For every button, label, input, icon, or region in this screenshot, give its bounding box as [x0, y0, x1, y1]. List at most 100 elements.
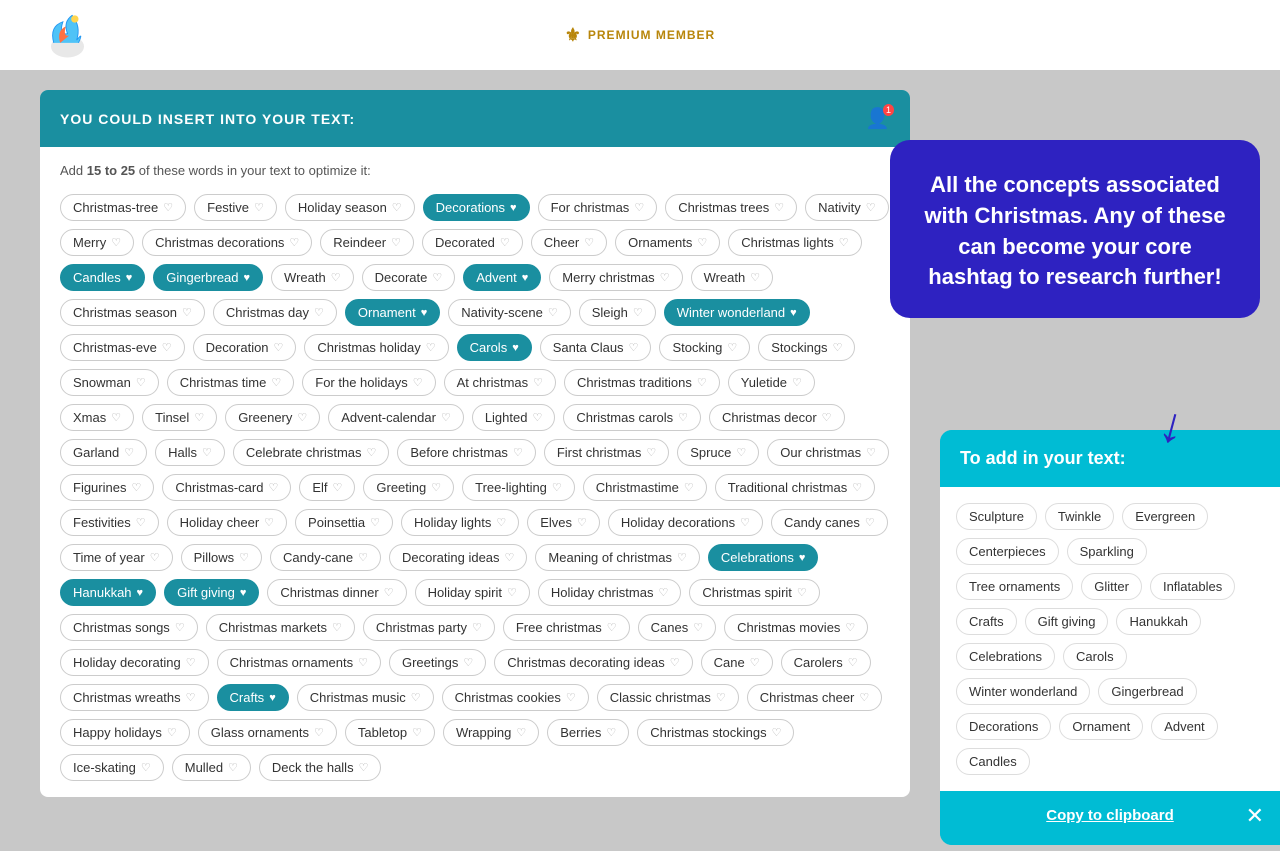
- tag-item[interactable]: Holiday lights♡: [401, 509, 519, 536]
- tag-item[interactable]: Advent♥: [463, 264, 541, 291]
- tag-item[interactable]: Advent-calendar♡: [328, 404, 464, 431]
- heart-icon[interactable]: ♡: [670, 656, 680, 669]
- heart-icon[interactable]: ♡: [658, 586, 668, 599]
- tag-item[interactable]: Candy canes♡: [771, 509, 888, 536]
- tag-item[interactable]: Christmas decorating ideas♡: [494, 649, 692, 676]
- tag-item[interactable]: Christmas-card♡: [162, 474, 291, 501]
- tag-item[interactable]: Carolers♡: [781, 649, 871, 676]
- tag-item[interactable]: Ornaments♡: [615, 229, 720, 256]
- tag-item[interactable]: Cane♡: [701, 649, 773, 676]
- tag-item[interactable]: Our christmas♡: [767, 439, 889, 466]
- heart-icon[interactable]: ♡: [162, 341, 172, 354]
- heart-icon[interactable]: ♡: [848, 656, 858, 669]
- heart-icon[interactable]: ♡: [264, 516, 274, 529]
- heart-icon[interactable]: ♡: [413, 376, 423, 389]
- tag-item[interactable]: Festivities♡: [60, 509, 159, 536]
- tag-item[interactable]: Celebrations♥: [708, 544, 819, 571]
- heart-icon[interactable]: ♡: [332, 621, 342, 634]
- heart-icon[interactable]: ♡: [131, 481, 141, 494]
- tag-item[interactable]: Christmas wreaths♡: [60, 684, 209, 711]
- heart-icon[interactable]: ♡: [750, 271, 760, 284]
- tag-item[interactable]: Berries♡: [547, 719, 629, 746]
- tag-item[interactable]: Stocking♡: [659, 334, 750, 361]
- tag-item[interactable]: Merry♡: [60, 229, 134, 256]
- tag-item[interactable]: Happy holidays♡: [60, 719, 190, 746]
- heart-icon[interactable]: ♡: [111, 411, 121, 424]
- tag-item[interactable]: Gingerbread♥: [153, 264, 263, 291]
- tag-item[interactable]: Reindeer♡: [320, 229, 414, 256]
- heart-icon[interactable]: ♡: [552, 481, 562, 494]
- heart-icon[interactable]: ♡: [274, 341, 284, 354]
- tag-item[interactable]: Christmas movies♡: [724, 614, 868, 641]
- heart-icon[interactable]: ♥: [244, 272, 251, 284]
- heart-icon[interactable]: ♡: [660, 271, 670, 284]
- side-tag-item[interactable]: Crafts: [956, 608, 1017, 635]
- heart-icon[interactable]: ♡: [507, 586, 517, 599]
- heart-icon[interactable]: ♡: [136, 516, 146, 529]
- side-tag-item[interactable]: Celebrations: [956, 643, 1055, 670]
- heart-icon[interactable]: ♡: [505, 551, 515, 564]
- tag-item[interactable]: Christmas markets♡: [206, 614, 355, 641]
- heart-icon[interactable]: ♡: [822, 411, 832, 424]
- tag-item[interactable]: Celebrate christmas♡: [233, 439, 389, 466]
- tag-item[interactable]: Elf♡: [299, 474, 355, 501]
- tag-item[interactable]: For the holidays♡: [302, 369, 435, 396]
- tag-item[interactable]: Christmas party♡: [363, 614, 495, 641]
- heart-icon[interactable]: ♡: [314, 306, 324, 319]
- heart-icon[interactable]: ♡: [577, 516, 587, 529]
- heart-icon[interactable]: ♡: [866, 446, 876, 459]
- tag-item[interactable]: Elves♡: [527, 509, 600, 536]
- tag-item[interactable]: Winter wonderland♥: [664, 299, 810, 326]
- heart-icon[interactable]: ♡: [736, 446, 746, 459]
- heart-icon[interactable]: ♡: [566, 691, 576, 704]
- side-tag-item[interactable]: Inflatables: [1150, 573, 1235, 600]
- heart-icon[interactable]: ♡: [111, 236, 121, 249]
- tag-item[interactable]: Gift giving♥: [164, 579, 259, 606]
- tag-item[interactable]: Ornament♥: [345, 299, 440, 326]
- heart-icon[interactable]: ♡: [182, 306, 192, 319]
- tag-item[interactable]: Free christmas♡: [503, 614, 630, 641]
- tag-item[interactable]: Greetings♡: [389, 649, 486, 676]
- side-tag-item[interactable]: Ornament: [1059, 713, 1143, 740]
- heart-icon[interactable]: ♡: [866, 201, 876, 214]
- heart-icon[interactable]: ♡: [150, 551, 160, 564]
- heart-icon[interactable]: ♡: [194, 411, 204, 424]
- side-tag-item[interactable]: Twinkle: [1045, 503, 1114, 530]
- tag-item[interactable]: Holiday christmas♡: [538, 579, 681, 606]
- heart-icon[interactable]: ♡: [772, 726, 782, 739]
- heart-icon[interactable]: ♡: [684, 481, 694, 494]
- heart-icon[interactable]: ♡: [633, 306, 643, 319]
- side-tag-item[interactable]: Glitter: [1081, 573, 1142, 600]
- tag-item[interactable]: Decorations♥: [423, 194, 530, 221]
- heart-icon[interactable]: ♡: [141, 761, 151, 774]
- tag-item[interactable]: Snowman♡: [60, 369, 159, 396]
- tag-item[interactable]: Santa Claus♡: [540, 334, 652, 361]
- tag-item[interactable]: Halls♡: [155, 439, 225, 466]
- heart-icon[interactable]: ♡: [254, 201, 264, 214]
- tag-item[interactable]: Christmas music♡: [297, 684, 434, 711]
- side-tag-item[interactable]: Centerpieces: [956, 538, 1059, 565]
- heart-icon[interactable]: ♡: [516, 726, 526, 739]
- heart-icon[interactable]: ♡: [392, 201, 402, 214]
- heart-icon[interactable]: ♡: [852, 481, 862, 494]
- tag-item[interactable]: Traditional christmas♡: [715, 474, 875, 501]
- heart-icon[interactable]: ♡: [629, 341, 639, 354]
- tag-item[interactable]: Candles♥: [60, 264, 145, 291]
- tag-item[interactable]: Festive♡: [194, 194, 277, 221]
- tag-item[interactable]: Stockings♡: [758, 334, 855, 361]
- side-tag-item[interactable]: Carols: [1063, 643, 1127, 670]
- user-icon[interactable]: 👤1: [865, 106, 890, 131]
- heart-icon[interactable]: ♡: [500, 236, 510, 249]
- tag-item[interactable]: Wreath♡: [271, 264, 354, 291]
- tag-item[interactable]: Time of year♡: [60, 544, 173, 571]
- heart-icon[interactable]: ♥: [126, 272, 133, 284]
- tag-item[interactable]: Christmas ornaments♡: [217, 649, 381, 676]
- tag-item[interactable]: Christmas holiday♡: [304, 334, 448, 361]
- heart-icon[interactable]: ♡: [384, 586, 394, 599]
- heart-icon[interactable]: ♥: [137, 587, 144, 599]
- tag-item[interactable]: Christmas decor♡: [709, 404, 845, 431]
- tag-item[interactable]: Figurines♡: [60, 474, 154, 501]
- tag-item[interactable]: Tabletop♡: [345, 719, 435, 746]
- tag-item[interactable]: Christmas-tree♡: [60, 194, 186, 221]
- side-tag-item[interactable]: Decorations: [956, 713, 1051, 740]
